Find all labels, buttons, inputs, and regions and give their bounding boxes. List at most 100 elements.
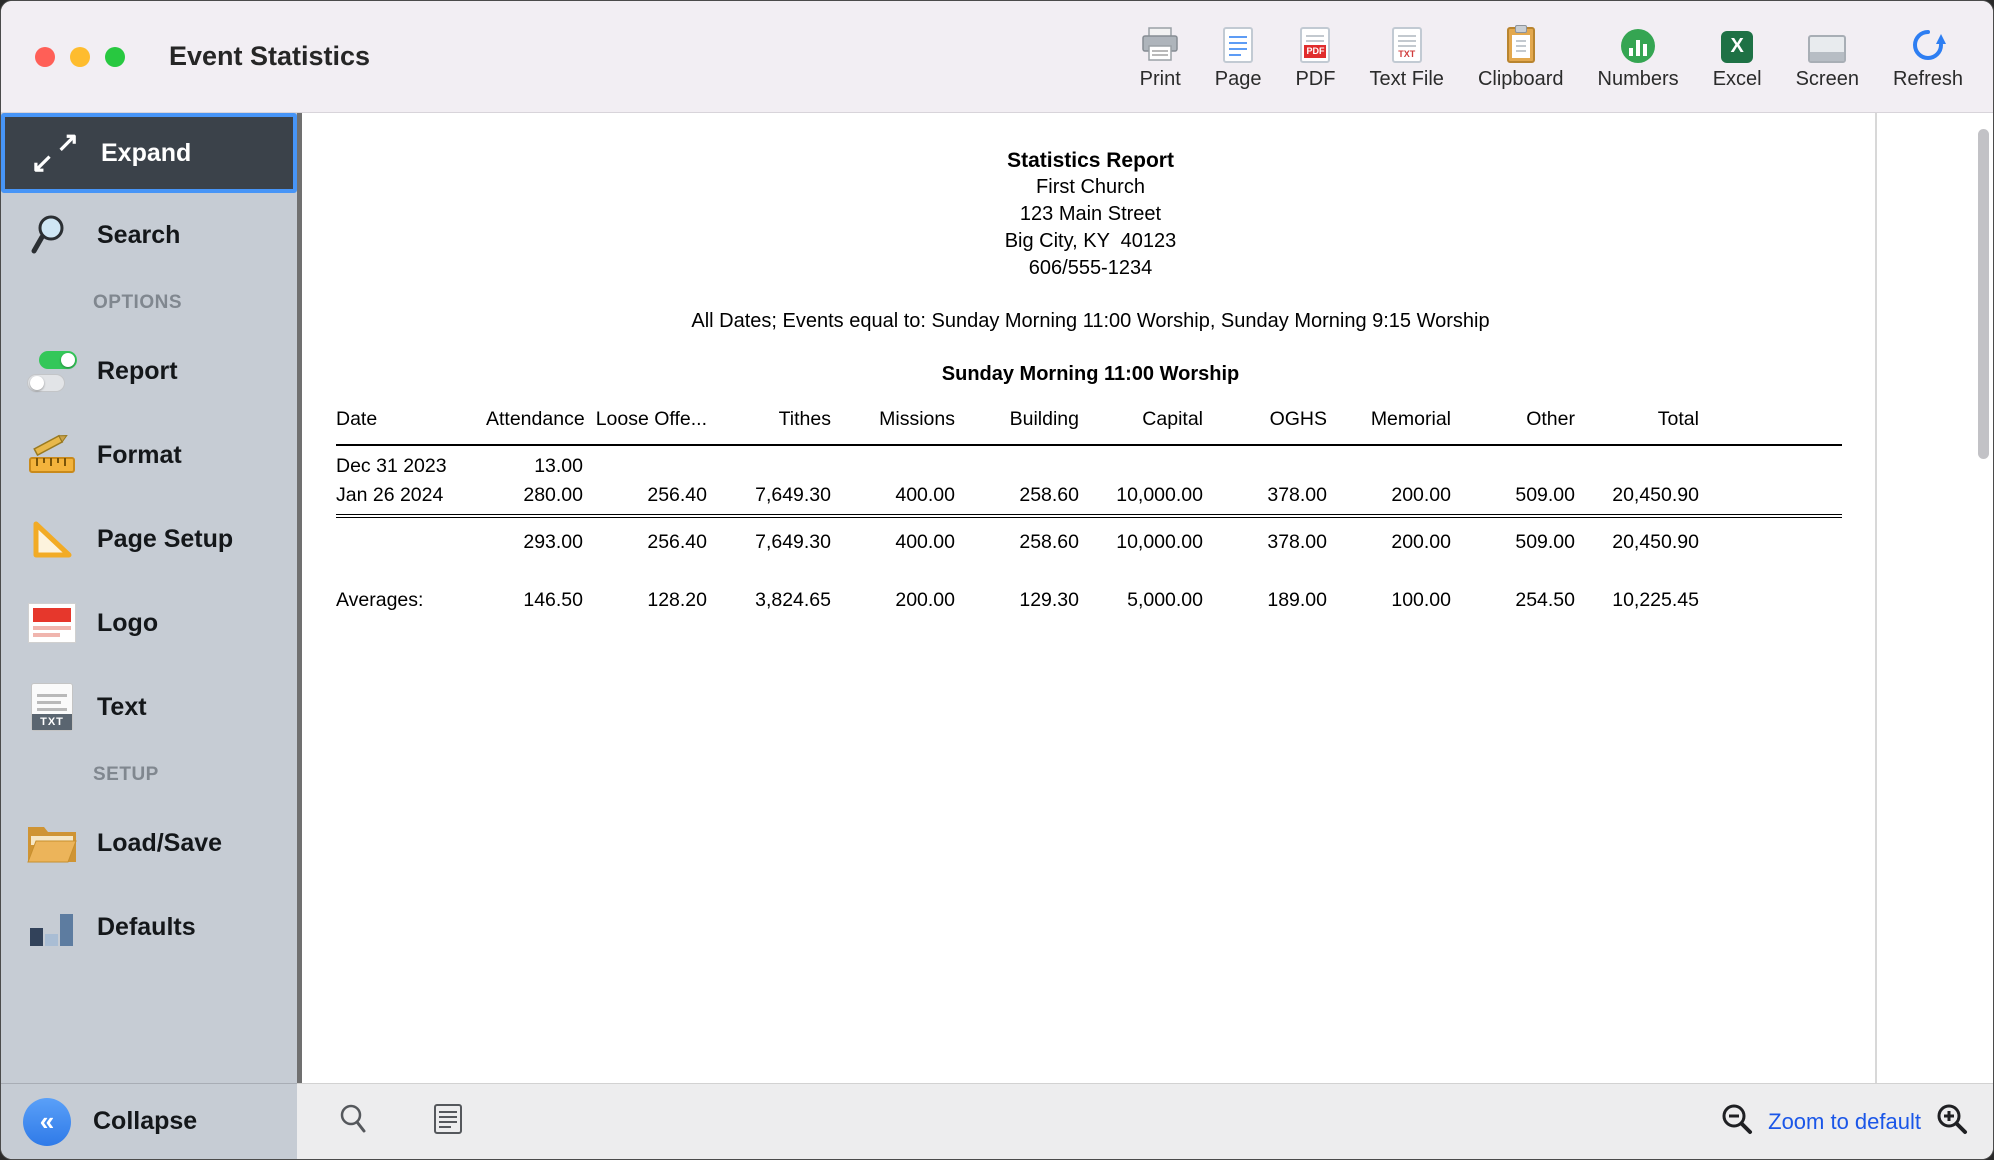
toolbar-label: Print xyxy=(1140,68,1181,91)
statusbar: Zoom to default xyxy=(297,1083,1993,1159)
table-cell: 7,649.30 xyxy=(707,516,831,557)
ruler-pencil-icon xyxy=(13,432,91,478)
sidebar-item-search[interactable]: Search xyxy=(1,193,297,277)
column-header: Attendance xyxy=(486,408,583,445)
report-city: Big City, KY 40123 xyxy=(302,228,1879,255)
text-file-icon: TXT xyxy=(1392,23,1422,63)
sidebar-section-setup: SETUP xyxy=(1,749,297,801)
table-row: Dec 31 2023 13.00 xyxy=(336,445,1842,481)
table-cell: 129.30 xyxy=(955,557,1079,615)
toolbar-item-text-file[interactable]: TXT Text File xyxy=(1369,23,1443,91)
bar-chart-icon xyxy=(13,906,91,948)
toolbar-label: Screen xyxy=(1796,68,1859,91)
vertical-scrollbar[interactable] xyxy=(1978,129,1989,459)
set-square-icon xyxy=(13,517,91,561)
report-preview-pane: Statistics Report First Church 123 Main … xyxy=(302,113,1993,1083)
table-cell xyxy=(1203,445,1327,481)
table-cell xyxy=(336,516,486,557)
toolbar-label: PDF xyxy=(1295,68,1335,91)
sidebar-section-options: OPTIONS xyxy=(1,277,297,329)
toolbar-label: Page xyxy=(1215,68,1262,91)
sidebar-item-logo[interactable]: Logo xyxy=(1,581,297,665)
table-cell: 10,225.45 xyxy=(1575,557,1699,615)
table-cell: 509.00 xyxy=(1451,516,1575,557)
sidebar-item-collapse[interactable]: « Collapse xyxy=(1,1083,297,1159)
table-cell: 293.00 xyxy=(486,516,583,557)
table-header-row: Date Attendance Loose Offe... Tithes Mis… xyxy=(336,408,1842,445)
report-lines-icon[interactable] xyxy=(433,1103,463,1140)
report-filter-line: All Dates; Events equal to: Sunday Morni… xyxy=(302,308,1879,335)
close-button[interactable] xyxy=(35,47,55,67)
excel-icon: X xyxy=(1721,23,1753,63)
zoom-button[interactable] xyxy=(105,47,125,67)
table-cell: Averages: xyxy=(336,557,486,615)
toolbar-item-pdf[interactable]: PDF PDF xyxy=(1295,23,1335,91)
pdf-icon: PDF xyxy=(1300,23,1330,63)
sidebar-item-label: Collapse xyxy=(93,1107,197,1136)
table-cell xyxy=(955,445,1079,481)
toolbar-item-excel[interactable]: X Excel xyxy=(1713,23,1762,91)
toggles-icon xyxy=(13,351,91,392)
search-report-icon[interactable] xyxy=(337,1103,369,1140)
page-edge-divider xyxy=(1875,113,1877,1083)
table-cell xyxy=(1451,445,1575,481)
page-icon xyxy=(1223,23,1253,63)
table-cell: 200.00 xyxy=(831,557,955,615)
folder-icon xyxy=(13,822,91,864)
table-cell: 258.60 xyxy=(955,516,1079,557)
column-header: Date xyxy=(336,408,486,445)
toolbar-label: Excel xyxy=(1713,68,1762,91)
table-cell xyxy=(831,445,955,481)
sidebar-item-label: Search xyxy=(97,221,180,250)
sidebar-item-label: Expand xyxy=(101,139,191,168)
refresh-icon xyxy=(1910,23,1946,63)
column-header: Building xyxy=(955,408,1079,445)
report-phone: 606/555-1234 xyxy=(302,255,1879,282)
sidebar-item-format[interactable]: Format xyxy=(1,413,297,497)
toolbar-item-print[interactable]: Print xyxy=(1140,23,1181,91)
table-cell: 256.40 xyxy=(583,481,707,516)
report-title: Statistics Report xyxy=(302,147,1879,174)
logo-flag-icon xyxy=(13,603,91,643)
toolbar-label: Text File xyxy=(1369,68,1443,91)
toolbar: Print Page P xyxy=(1140,23,1993,91)
toolbar-item-refresh[interactable]: Refresh xyxy=(1893,23,1963,91)
minimize-button[interactable] xyxy=(70,47,90,67)
sidebar-item-expand[interactable]: ↗↙ Expand xyxy=(1,113,297,193)
numbers-icon xyxy=(1621,23,1655,63)
table-cell: 509.00 xyxy=(1451,481,1575,516)
table-cell: 400.00 xyxy=(831,481,955,516)
sidebar-item-defaults[interactable]: Defaults xyxy=(1,885,297,969)
sidebar-item-label: Text xyxy=(97,693,147,722)
zoom-in-icon[interactable] xyxy=(1935,1102,1969,1141)
table-cell: 200.00 xyxy=(1327,481,1451,516)
sidebar-item-page-setup[interactable]: Page Setup xyxy=(1,497,297,581)
table-cell: 280.00 xyxy=(486,481,583,516)
sidebar-item-text[interactable]: TXT Text xyxy=(1,665,297,749)
sidebar-item-label: Report xyxy=(97,357,178,386)
column-header: Loose Offe... xyxy=(583,408,707,445)
report-table: Date Attendance Loose Offe... Tithes Mis… xyxy=(336,408,1842,615)
table-totals-row: 293.00 256.40 7,649.30 400.00 258.60 10,… xyxy=(336,516,1842,557)
zoom-to-default-link[interactable]: Zoom to default xyxy=(1768,1109,1921,1135)
sidebar-item-load-save[interactable]: Load/Save xyxy=(1,801,297,885)
table-cell: 20,450.90 xyxy=(1575,481,1699,516)
report-street: 123 Main Street xyxy=(302,201,1879,228)
sidebar-item-report[interactable]: Report xyxy=(1,329,297,413)
column-header: Other xyxy=(1451,408,1575,445)
sidebar-item-label: Load/Save xyxy=(97,829,222,858)
sidebar-item-label: Format xyxy=(97,441,182,470)
printer-icon xyxy=(1141,23,1179,63)
toolbar-item-page[interactable]: Page xyxy=(1215,23,1262,91)
toolbar-item-screen[interactable]: Screen xyxy=(1796,23,1859,91)
toolbar-item-numbers[interactable]: Numbers xyxy=(1598,23,1679,91)
report-document: Statistics Report First Church 123 Main … xyxy=(302,113,1879,615)
report-section-title: Sunday Morning 11:00 Worship xyxy=(302,361,1879,388)
column-header: OGHS xyxy=(1203,408,1327,445)
table-cell: Jan 26 2024 xyxy=(336,481,486,516)
table-cell xyxy=(707,445,831,481)
table-cell: 128.20 xyxy=(583,557,707,615)
toolbar-item-clipboard[interactable]: Clipboard xyxy=(1478,23,1564,91)
table-cell: 378.00 xyxy=(1203,481,1327,516)
zoom-out-icon[interactable] xyxy=(1720,1102,1754,1141)
